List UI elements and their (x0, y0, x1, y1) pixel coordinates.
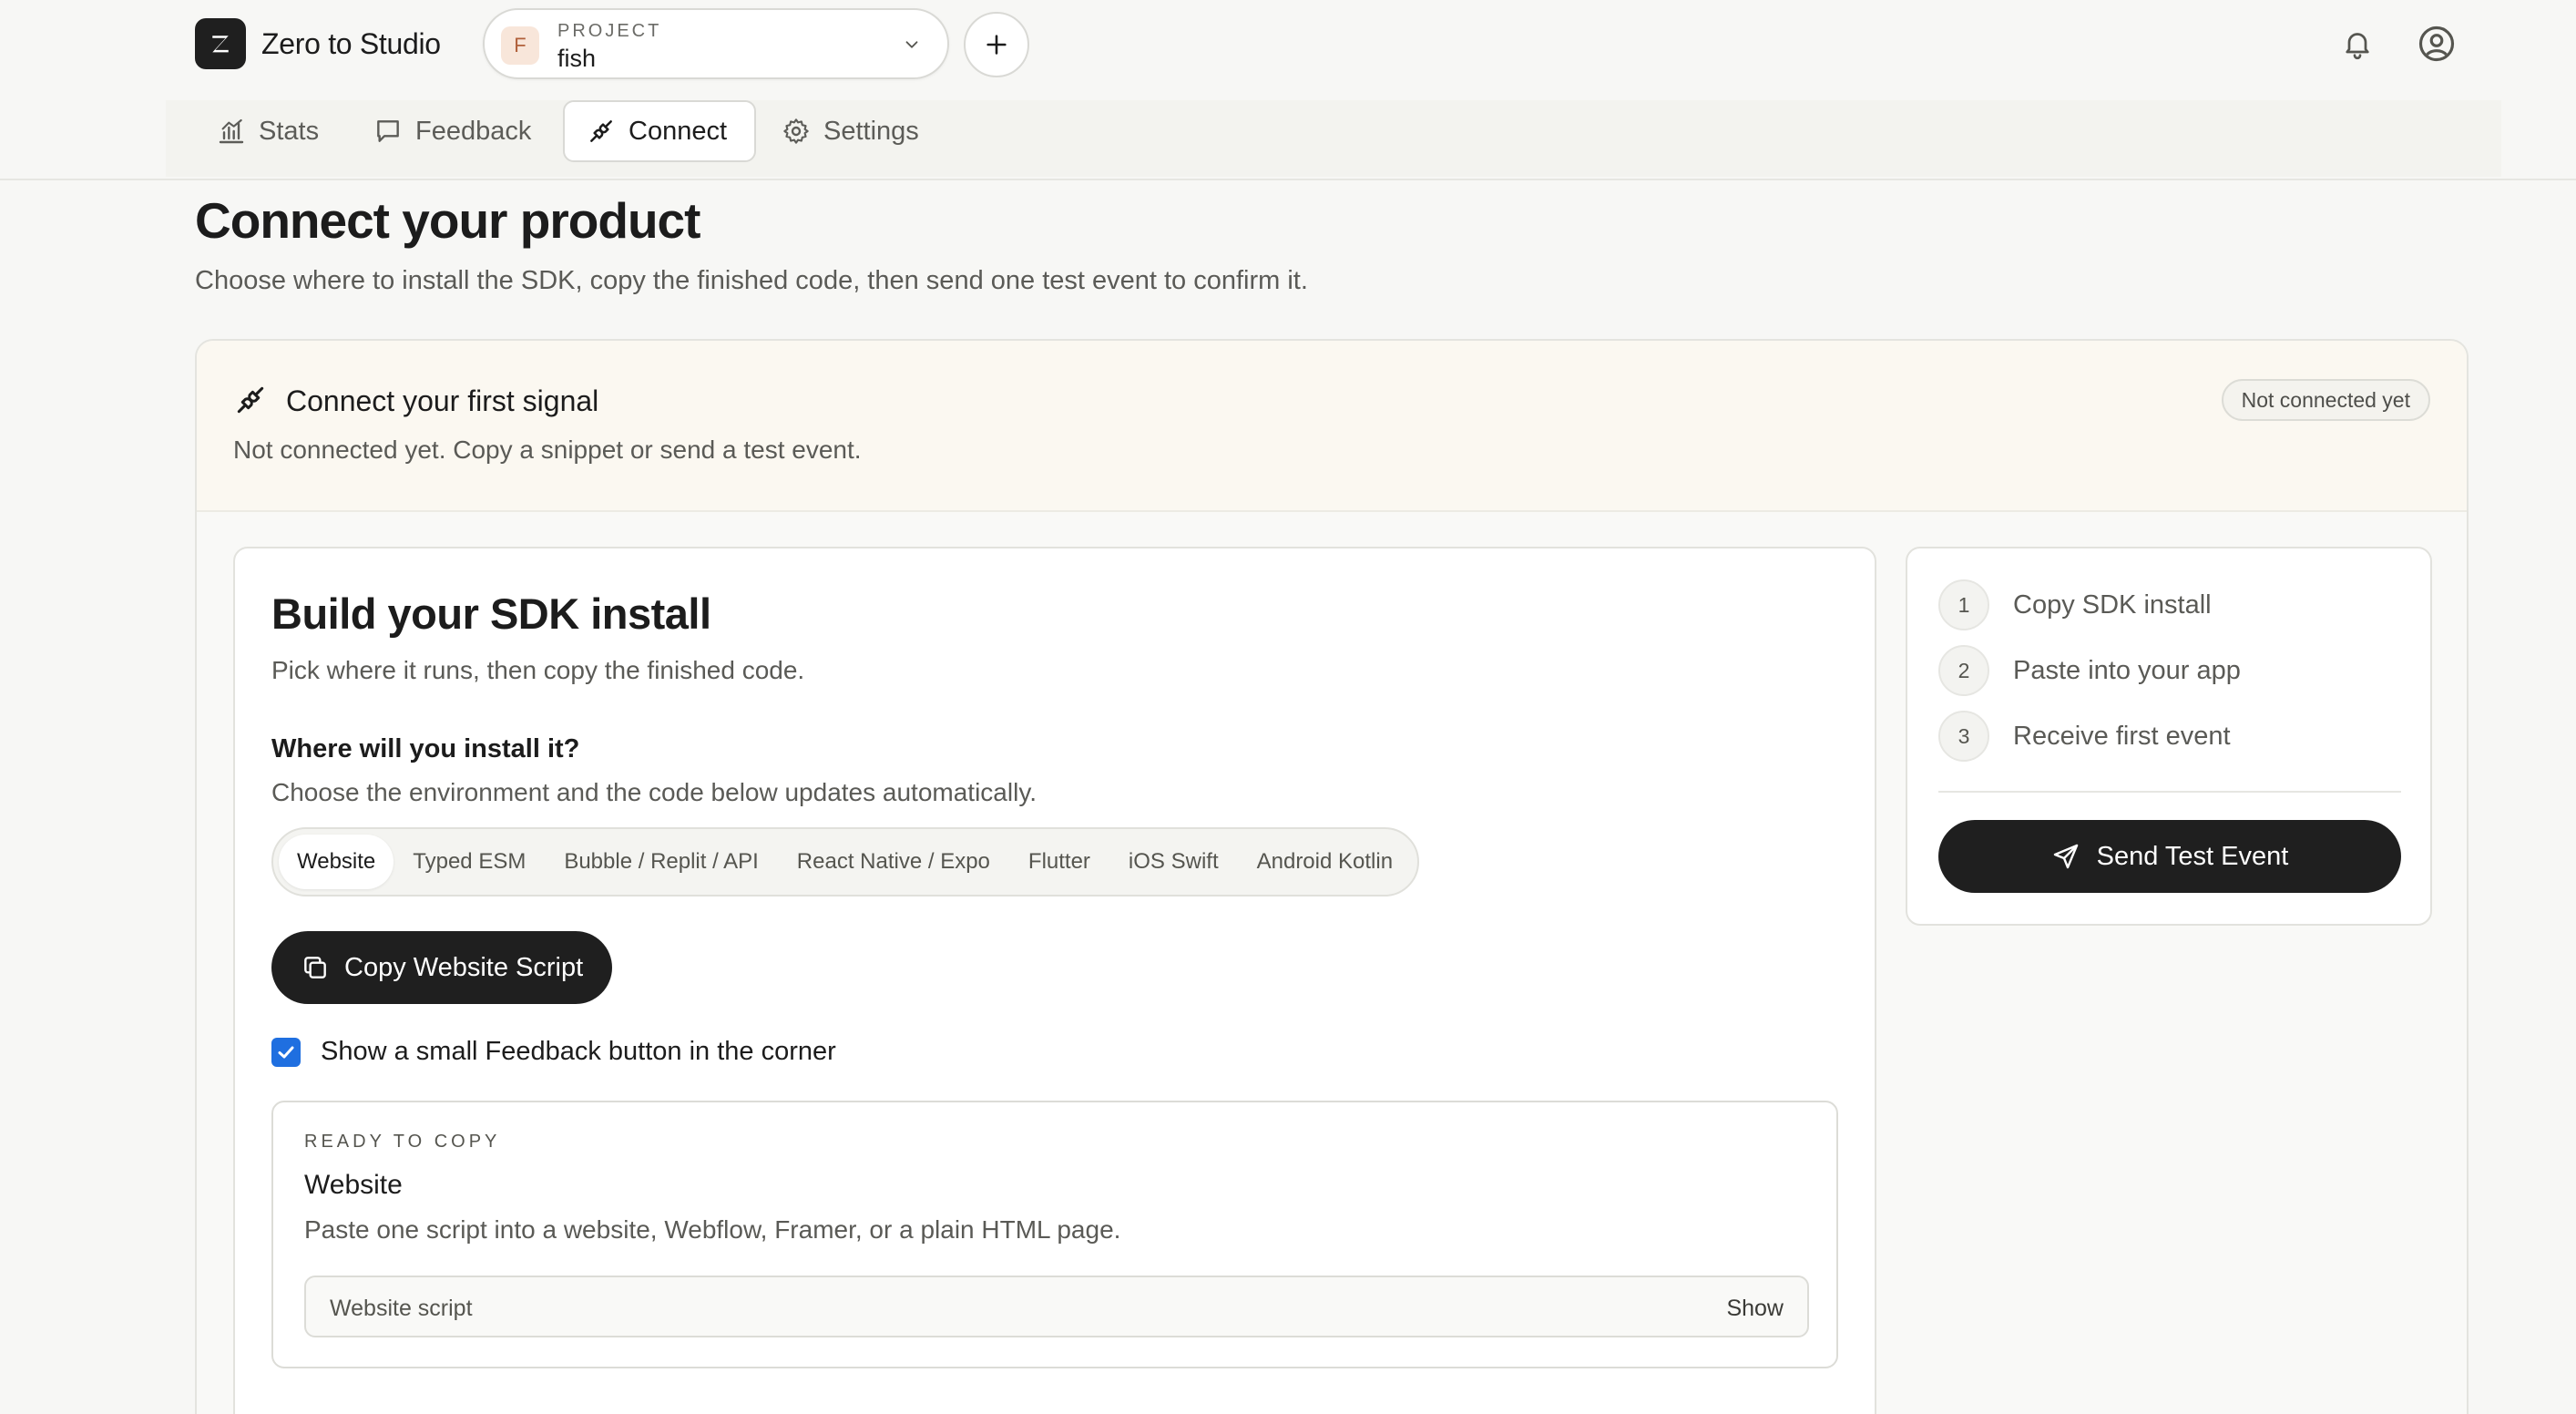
build-sdk-panel: Build your SDK install Pick where it run… (233, 547, 1876, 1414)
send-icon (2053, 844, 2078, 869)
script-label: Website script (330, 1296, 473, 1321)
step-item: 1 Copy SDK install (1938, 579, 2212, 630)
tab-feedback[interactable]: Feedback (352, 100, 553, 162)
step-item: 3 Receive first event (1938, 711, 2231, 762)
steps-panel: 1 Copy SDK install 2 Paste into your app… (1906, 547, 2432, 926)
environment-tabs: Website Typed ESM Bubble / Replit / API … (271, 827, 1420, 897)
env-help: Choose the environment and the code belo… (271, 778, 1038, 806)
send-button-label: Send Test Event (2096, 841, 2289, 871)
check-icon (278, 1046, 294, 1058)
signal-title: Connect your first signal (286, 384, 599, 417)
user-circle-icon[interactable] (2418, 25, 2456, 63)
step-number: 2 (1938, 645, 1989, 696)
ready-to-copy-box: READY TO COPY Website Paste one script i… (271, 1101, 1838, 1368)
signal-header: Connect your first signal Not connected … (197, 341, 2467, 512)
plug-icon (237, 386, 264, 414)
signal-subtitle: Not connected yet. Copy a snippet or sen… (233, 435, 862, 464)
env-tab-react-native[interactable]: React Native / Expo (778, 835, 1009, 889)
steps-divider (1938, 791, 2401, 793)
env-question: Where will you install it? (271, 734, 580, 763)
bell-icon[interactable] (2341, 27, 2374, 60)
build-subtitle: Pick where it runs, then copy the finish… (271, 656, 805, 684)
feedback-button-option: Show a small Feedback button in the corn… (271, 1037, 836, 1067)
env-tab-android-kotlin[interactable]: Android Kotlin (1238, 835, 1412, 889)
logo-z-icon (212, 36, 229, 53)
tab-connect-label: Connect (629, 116, 728, 146)
copy-button-label: Copy Website Script (344, 952, 584, 982)
chevron-down-icon (905, 41, 918, 48)
page-title: Connect your product (195, 192, 700, 249)
tab-feedback-label: Feedback (415, 116, 532, 146)
build-title: Build your SDK install (271, 589, 711, 638)
step-label: Copy SDK install (2013, 589, 2212, 620)
page-subtitle: Choose where to install the SDK, copy th… (195, 266, 1308, 295)
project-picker[interactable]: F PROJECT fish (483, 8, 949, 79)
feedback-option-label: Show a small Feedback button in the corn… (321, 1037, 836, 1066)
website-script-row[interactable]: Website script Show (304, 1276, 1809, 1337)
project-avatar: F (501, 26, 539, 65)
send-test-event-button[interactable]: Send Test Event (1938, 820, 2401, 893)
show-script-button[interactable]: Show (1726, 1296, 1784, 1322)
step-number: 1 (1938, 579, 1989, 630)
tab-settings-label: Settings (823, 116, 919, 146)
logo[interactable] (195, 18, 246, 69)
app-name: Zero to Studio (261, 27, 441, 60)
copy-icon (304, 957, 326, 979)
plus-icon (986, 35, 1007, 55)
tab-stats[interactable]: Stats (195, 100, 341, 162)
top-bar: Zero to Studio F PROJECT fish (0, 0, 2576, 89)
tab-settings[interactable]: Settings (760, 100, 941, 162)
feedback-button-checkbox[interactable] (271, 1037, 301, 1067)
chart-icon (219, 118, 244, 144)
ready-title: Website (304, 1170, 403, 1200)
tab-stats-label: Stats (259, 116, 320, 146)
env-tab-flutter[interactable]: Flutter (1009, 835, 1109, 889)
step-label: Paste into your app (2013, 655, 2241, 685)
tab-connect[interactable]: Connect (563, 100, 756, 162)
step-label: Receive first event (2013, 721, 2231, 751)
project-kicker: PROJECT (557, 21, 662, 41)
copy-website-script-button[interactable]: Copy Website Script (271, 931, 613, 1004)
ready-kicker: READY TO COPY (304, 1132, 501, 1152)
env-tab-website[interactable]: Website (279, 835, 394, 889)
project-name: fish (557, 45, 597, 72)
env-tab-typed-esm[interactable]: Typed ESM (394, 835, 545, 889)
step-item: 2 Paste into your app (1938, 645, 2241, 696)
plug-icon (590, 120, 612, 142)
status-badge: Not connected yet (2221, 379, 2430, 421)
gear-icon (783, 118, 809, 144)
nav-divider (0, 179, 2576, 180)
env-tab-bubble-replit-api[interactable]: Bubble / Replit / API (545, 835, 777, 889)
step-number: 3 (1938, 711, 1989, 762)
add-project-button[interactable] (964, 12, 1029, 77)
env-tab-ios-swift[interactable]: iOS Swift (1109, 835, 1238, 889)
message-square-icon (377, 120, 399, 142)
ready-description: Paste one script into a website, Webflow… (304, 1215, 1121, 1244)
